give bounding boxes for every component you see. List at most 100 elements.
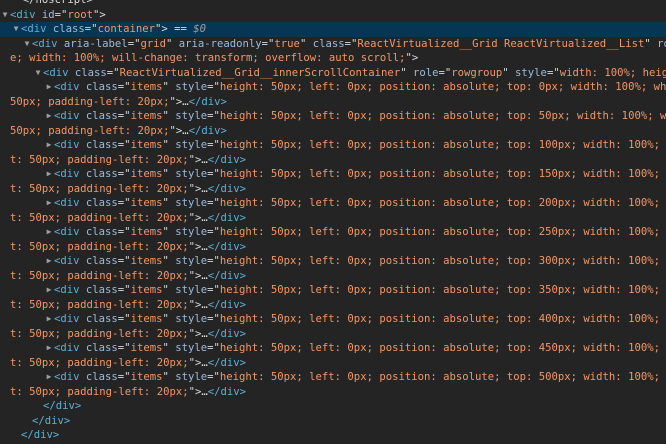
dom-node-row[interactable]: t: 50px; padding-left: 20px;">…</div> <box>0 211 666 226</box>
attribute-value: height: 50px; left: 0px; position: absol… <box>219 371 666 383</box>
punctuation: =" <box>117 168 131 180</box>
tag-name: <div <box>54 81 80 93</box>
expand-triangle-icon[interactable]: ▼ <box>0 8 10 23</box>
tag-name: <div <box>54 197 80 209</box>
tag-name: <div <box>32 37 58 50</box>
tag-name: <div <box>54 110 80 122</box>
punctuation: =" <box>207 110 220 122</box>
attribute-value: width: 100%; height: 12 <box>559 66 666 79</box>
tag-name: <div <box>54 313 80 325</box>
tag-name: <div <box>43 66 69 79</box>
attribute-name: class <box>85 168 118 180</box>
attribute-name: class <box>52 23 85 35</box>
dom-node-row[interactable]: ▶ <div class="items" style="height: 50px;… <box>0 167 666 182</box>
dom-node-row[interactable]: ▼ <div class="ReactVirtualized__Grid__inn… <box>0 66 666 81</box>
attribute-value: items <box>130 168 163 180</box>
collapse-triangle-icon[interactable]: ▶ <box>44 370 54 385</box>
punctuation: =" <box>207 81 220 93</box>
collapse-triangle-icon[interactable]: ▶ <box>44 80 54 95</box>
collapse-triangle-icon[interactable]: ▶ <box>44 225 54 240</box>
dom-node-row[interactable]: t: 50px; padding-left: 20px;">…</div> <box>0 153 666 168</box>
elements-tree[interactable]: </noscript> ▼ <div id="root"> ▼ <div class="… <box>0 0 666 444</box>
collapse-triangle-icon[interactable]: ▶ <box>44 254 54 269</box>
dom-node-row[interactable]: ▼ <div id="root"> <box>0 8 666 23</box>
dom-node-row[interactable]: ▶ <div class="items" style="height: 50px;… <box>0 80 666 95</box>
tag-name: </div> <box>207 298 247 311</box>
dom-node-row[interactable]: ▶ <div class="items" style="height: 50px;… <box>0 109 666 124</box>
dom-node-row[interactable]: </div> <box>0 414 666 429</box>
punctuation: =" <box>117 255 131 267</box>
tag-name: </div> <box>207 240 247 253</box>
collapse-triangle-icon[interactable]: ▶ <box>44 109 54 124</box>
punctuation: =" <box>117 110 131 122</box>
collapse-triangle-icon[interactable]: ▶ <box>44 312 54 327</box>
punctuation: =" <box>117 81 131 93</box>
attribute-value: t: 50px; padding-left: 20px; <box>10 385 189 398</box>
attribute-name: class <box>85 313 118 325</box>
dom-node-row[interactable]: 50px; padding-left: 20px;">…</div> <box>0 124 666 139</box>
dom-node-row[interactable]: t: 50px; padding-left: 20px;">…</div> <box>0 385 666 400</box>
attribute-value: items <box>130 139 163 151</box>
dom-node-row[interactable]: t: 50px; padding-left: 20px;">…</div> <box>0 240 666 255</box>
tag-name: <div <box>54 226 80 238</box>
dom-node-row[interactable]: ▶ <div class="items" style="height: 50px;… <box>0 312 666 327</box>
dom-node-row[interactable]: ▶ <div class="items" style="height: 50px;… <box>0 196 666 211</box>
attribute-name: class <box>74 66 107 79</box>
dom-node-row[interactable]: ▶ <div class="items" style="height: 50px;… <box>0 225 666 240</box>
expand-triangle-icon[interactable]: ▼ <box>22 37 32 52</box>
punctuation: " <box>162 284 176 296</box>
attribute-name: class <box>85 110 118 122</box>
attribute-value: height: 50px; left: 0px; position: absol… <box>219 139 666 151</box>
attribute-value: t: 50px; padding-left: 20px; <box>10 356 189 369</box>
collapse-triangle-icon[interactable]: ▶ <box>44 167 54 182</box>
tag-name: </div> <box>207 385 247 398</box>
punctuation: =" <box>117 284 131 296</box>
tag-name: </div> <box>188 95 227 108</box>
punctuation: =" <box>117 342 131 354</box>
dom-node-row[interactable]: </noscript> <box>0 0 666 8</box>
dom-node-row[interactable]: t: 50px; padding-left: 20px;">…</div> <box>0 182 666 197</box>
dom-node-row[interactable]: ▼ <div aria-label="grid" aria-readonly="t… <box>0 37 666 52</box>
punctuation: " <box>162 81 176 93</box>
tag-name: </div> <box>207 182 247 195</box>
console-ref: $0 <box>193 23 207 35</box>
attribute-value: 50px; padding-left: 20px; <box>10 95 170 108</box>
attribute-value: items <box>130 313 163 325</box>
expand-triangle-icon[interactable]: ▼ <box>33 66 43 81</box>
attribute-name: class <box>85 255 118 267</box>
dom-node-row[interactable]: ▶ <div class="items" style="height: 50px;… <box>0 370 666 385</box>
punctuation: "> == <box>154 23 194 35</box>
dom-node-row[interactable]: </div> <box>0 399 666 414</box>
dom-node-row[interactable]: t: 50px; padding-left: 20px;">…</div> <box>0 269 666 284</box>
attribute-name: class <box>85 81 118 93</box>
attribute-value: t: 50px; padding-left: 20px; <box>10 153 189 166</box>
expand-triangle-icon[interactable]: ▼ <box>11 22 21 37</box>
dom-node-row[interactable]: t: 50px; padding-left: 20px;">…</div> <box>0 356 666 371</box>
dom-node-row[interactable]: ▶ <div class="items" style="height: 50px;… <box>0 341 666 356</box>
dom-node-row[interactable]: t: 50px; padding-left: 20px;">…</div> <box>0 327 666 342</box>
punctuation: " <box>162 226 176 238</box>
dom-node-row[interactable]: ▶ <div class="items" style="height: 50px;… <box>0 138 666 153</box>
collapse-triangle-icon[interactable]: ▶ <box>44 196 54 211</box>
tag-name: <div <box>21 23 47 35</box>
attribute-value: height: 50px; left: 0px; position: absol… <box>219 284 666 296</box>
attribute-value: height: 50px; left: 0px; position: absol… <box>219 313 666 325</box>
dom-node-row[interactable]: t: 50px; padding-left: 20px;">…</div> <box>0 298 666 313</box>
punctuation: " <box>162 313 176 325</box>
dom-node-row[interactable]: </div> <box>0 428 666 443</box>
attribute-name: class <box>312 37 345 50</box>
selected-node-row[interactable]: ▼ <div class="container"> == $0 <box>0 22 666 37</box>
dom-node-row[interactable]: ▶ <div class="items" style="height: 50px;… <box>0 254 666 269</box>
collapse-triangle-icon[interactable]: ▶ <box>44 283 54 298</box>
punctuation: "> <box>188 182 202 195</box>
attribute-name: style <box>175 139 208 151</box>
collapse-triangle-icon[interactable]: ▶ <box>44 138 54 153</box>
dom-node-row[interactable]: e; width: 100%; will-change: transform; … <box>0 51 666 66</box>
collapse-triangle-icon[interactable]: ▶ <box>44 341 54 356</box>
attribute-value: height: 50px; left: 0px; position: absol… <box>219 226 666 238</box>
tag-name: <div <box>54 342 80 354</box>
dom-node-row[interactable]: ▶ <div class="items" style="height: 50px;… <box>0 283 666 298</box>
dom-node-row[interactable]: 50px; padding-left: 20px;">…</div> <box>0 95 666 110</box>
punctuation: =" <box>344 37 358 50</box>
attribute-name: style <box>175 313 208 325</box>
